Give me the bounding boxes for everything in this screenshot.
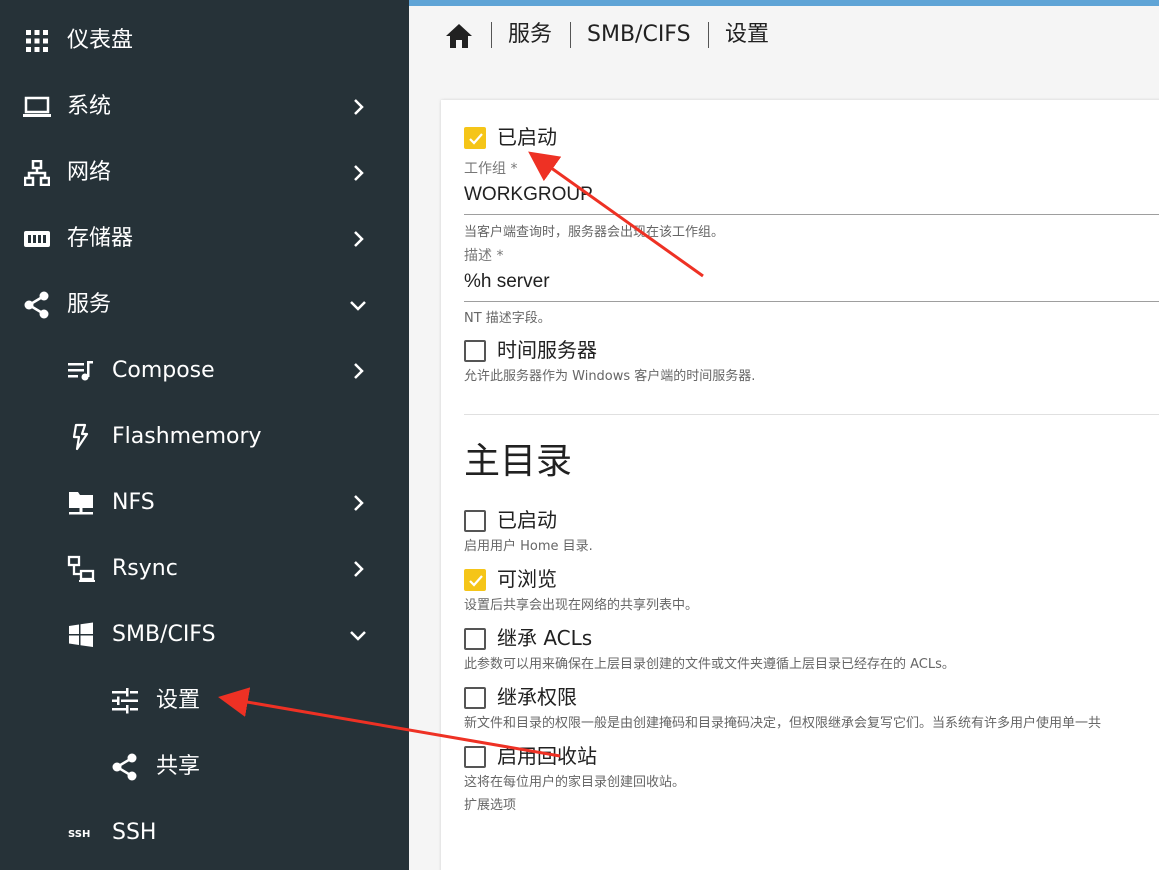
breadcrumb-separator bbox=[708, 22, 709, 48]
sidebar-item-system[interactable]: 系统 bbox=[0, 74, 409, 140]
enabled-checkbox[interactable] bbox=[464, 127, 486, 149]
homes-section-title: 主目录 bbox=[464, 441, 573, 482]
lan-connect-icon bbox=[66, 554, 96, 584]
description-label: 描述 * bbox=[464, 248, 504, 264]
inherit-acls-checkbox[interactable] bbox=[464, 628, 486, 650]
inherit-acls-hint: 此参数可以用来确保在上层目录创建的文件或文件夹遵循上层目录已经存在的 ACLs。 bbox=[464, 657, 955, 672]
sidebar-item-services[interactable]: 服务 bbox=[0, 272, 409, 338]
sidebar-item-rsync[interactable]: Rsync bbox=[0, 536, 409, 602]
description-underline bbox=[464, 301, 1159, 302]
workgroup-hint: 当客户端查询时，服务器会出现在该工作组。 bbox=[464, 225, 725, 240]
chevron-down-icon bbox=[350, 631, 366, 641]
timeserver-hint: 允许此服务器作为 Windows 客户端的时间服务器. bbox=[464, 369, 756, 384]
chevron-right-icon bbox=[354, 363, 364, 379]
sidebar-item-dashboard[interactable]: 仪表盘 bbox=[0, 8, 409, 74]
workgroup-underline bbox=[464, 214, 1159, 215]
chevron-down-icon bbox=[350, 301, 366, 311]
workgroup-label: 工作组 * bbox=[464, 161, 518, 177]
sidebar-item-label: 设置 bbox=[156, 688, 201, 713]
browseable-label: 可浏览 bbox=[497, 567, 557, 591]
sidebar-item-smb-shares[interactable]: 共享 bbox=[0, 734, 409, 800]
inherit-permissions-label: 继承权限 bbox=[497, 685, 577, 709]
svg-text:SSH: SSH bbox=[68, 829, 90, 840]
home-icon[interactable] bbox=[444, 22, 474, 50]
browseable-hint: 设置后共享会出现在网络的共享列表中。 bbox=[464, 598, 699, 613]
sidebar-item-label: Compose bbox=[112, 358, 215, 383]
sidebar-item-label: 共享 bbox=[156, 754, 201, 779]
extra-options-label[interactable]: 扩展选项 bbox=[464, 797, 516, 815]
recycle-bin-label: 启用回收站 bbox=[497, 744, 597, 768]
homes-enabled-hint: 启用用户 Home 目录. bbox=[464, 539, 593, 554]
sidebar: 仪表盘 系统 网络 存储器 服务 Compose Flashmemory NFS… bbox=[0, 0, 409, 870]
sidebar-item-label: Flashmemory bbox=[112, 424, 262, 449]
breadcrumb-separator bbox=[570, 22, 571, 48]
sidebar-item-label: 仪表盘 bbox=[67, 28, 134, 53]
flash-icon bbox=[66, 422, 96, 452]
sidebar-item-nfs[interactable]: NFS bbox=[0, 470, 409, 536]
sidebar-item-flashmemory[interactable]: Flashmemory bbox=[0, 404, 409, 470]
sidebar-item-label: 服务 bbox=[67, 292, 112, 317]
network-icon bbox=[22, 158, 52, 188]
folder-network-icon bbox=[66, 488, 96, 518]
description-hint: NT 描述字段。 bbox=[464, 311, 551, 326]
sidebar-item-label: Rsync bbox=[112, 556, 178, 581]
windows-icon bbox=[66, 620, 96, 650]
sidebar-item-label: 系统 bbox=[67, 94, 112, 119]
chevron-right-icon bbox=[354, 495, 364, 511]
section-divider bbox=[464, 414, 1159, 415]
timeserver-label: 时间服务器 bbox=[497, 338, 597, 362]
breadcrumb-item-settings: 设置 bbox=[725, 22, 770, 47]
homes-enabled-checkbox[interactable] bbox=[464, 510, 486, 532]
sidebar-item-network[interactable]: 网络 bbox=[0, 140, 409, 206]
sidebar-item-smb-cifs[interactable]: SMB/CIFS bbox=[0, 602, 409, 668]
chevron-right-icon bbox=[354, 99, 364, 115]
chevron-right-icon bbox=[354, 561, 364, 577]
playlist-music-icon bbox=[66, 356, 96, 386]
inherit-permissions-hint: 新文件和目录的权限一般是由创建掩码和目录掩码决定，但权限继承会复写它们。当系统有… bbox=[464, 716, 1102, 731]
grid-icon bbox=[22, 26, 52, 56]
workgroup-input[interactable]: WORKGROUP bbox=[464, 182, 593, 208]
browseable-checkbox[interactable] bbox=[464, 569, 486, 591]
share-icon bbox=[22, 290, 52, 320]
description-input[interactable]: %h server bbox=[464, 269, 550, 295]
sidebar-item-ssh[interactable]: SSH SSH bbox=[0, 800, 409, 866]
inherit-acls-label: 继承 ACLs bbox=[497, 626, 593, 650]
top-accent-line bbox=[409, 0, 1159, 6]
sidebar-item-compose[interactable]: Compose bbox=[0, 338, 409, 404]
laptop-icon bbox=[22, 92, 52, 122]
sidebar-item-storage[interactable]: 存储器 bbox=[0, 206, 409, 272]
sidebar-item-label: 网络 bbox=[67, 160, 112, 185]
enabled-label: 已启动 bbox=[497, 125, 557, 149]
breadcrumb-item-services[interactable]: 服务 bbox=[508, 20, 552, 50]
chevron-right-icon bbox=[354, 231, 364, 247]
storage-icon bbox=[22, 224, 52, 254]
recycle-bin-hint: 这将在每位用户的家目录创建回收站。 bbox=[464, 775, 686, 790]
recycle-bin-checkbox[interactable] bbox=[464, 746, 486, 768]
timeserver-checkbox[interactable] bbox=[464, 340, 486, 362]
sidebar-item-label: SMB/CIFS bbox=[112, 622, 216, 647]
share-icon bbox=[110, 752, 140, 782]
homes-enabled-label: 已启动 bbox=[497, 508, 557, 532]
chevron-right-icon bbox=[354, 165, 364, 181]
tune-icon bbox=[110, 686, 140, 716]
sidebar-item-label: 存储器 bbox=[67, 226, 134, 251]
breadcrumb-separator bbox=[491, 22, 492, 48]
breadcrumb-item-smb-cifs[interactable]: SMB/CIFS bbox=[587, 20, 691, 50]
ssh-icon: SSH bbox=[66, 818, 96, 848]
sidebar-item-smb-settings[interactable]: 设置 bbox=[0, 668, 409, 734]
sidebar-item-label: SSH bbox=[112, 820, 157, 845]
sidebar-item-label: NFS bbox=[112, 490, 155, 515]
inherit-permissions-checkbox[interactable] bbox=[464, 687, 486, 709]
